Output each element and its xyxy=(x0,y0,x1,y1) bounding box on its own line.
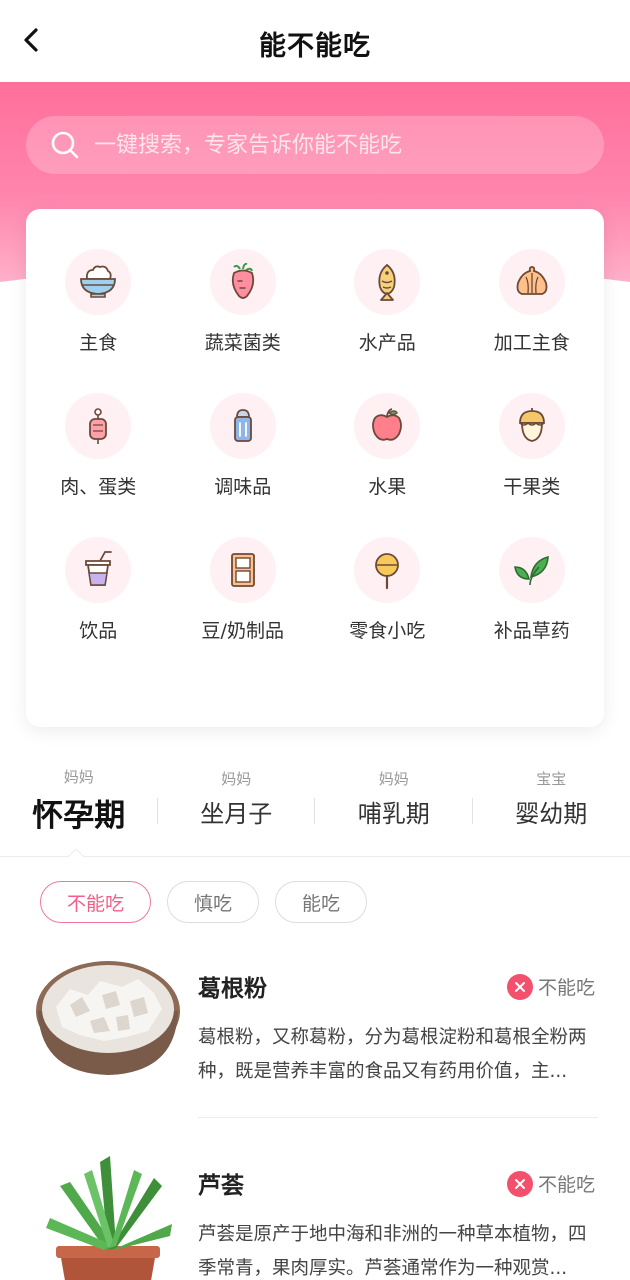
status-badge: 不能吃 xyxy=(506,973,595,1000)
category-label: 零食小吃 xyxy=(349,620,426,642)
lollipop-icon xyxy=(354,537,421,603)
category-label: 水果 xyxy=(368,476,407,498)
tab-label: 怀孕期 xyxy=(32,798,126,834)
category-fruit[interactable]: 水果 xyxy=(315,393,460,499)
search-input[interactable] xyxy=(94,132,564,158)
category-label: 豆/奶制品 xyxy=(201,620,284,642)
fish-icon xyxy=(354,249,421,315)
tab-pregnancy[interactable]: 妈妈 怀孕期 xyxy=(0,762,158,856)
filter-can-eat[interactable]: 能吃 xyxy=(275,881,368,923)
food-thumbnail-aloe xyxy=(30,1142,186,1280)
filter-chips: 不能吃 慎吃 能吃 xyxy=(40,881,368,923)
category-label: 补品草药 xyxy=(493,620,570,642)
food-name: 芦荟 xyxy=(198,1173,244,1199)
filter-eat-with-caution[interactable]: 慎吃 xyxy=(167,881,260,923)
apple-icon xyxy=(354,393,421,459)
tab-postpartum[interactable]: 妈妈 坐月子 xyxy=(158,762,315,856)
category-card: 主食 蔬菜菌类 水产品 加工主食 肉、蛋类 调味品 水果 干果类 饮品 豆/奶制… xyxy=(26,209,604,727)
food-description: 葛根粉，又称葛粉，分为葛根淀粉和葛根全粉两种，既是营养丰富的食品又有药用价值，主… xyxy=(198,1027,587,1082)
category-staple-food[interactable]: 主食 xyxy=(26,249,171,355)
category-label: 加工主食 xyxy=(493,332,570,354)
category-drinks[interactable]: 饮品 xyxy=(26,537,171,643)
status-text: 不能吃 xyxy=(537,1174,595,1196)
tab-subtitle: 妈妈 xyxy=(63,768,94,786)
tab-subtitle: 妈妈 xyxy=(378,770,409,788)
category-label: 水产品 xyxy=(358,332,416,354)
top-nav-bar: 能不能吃 xyxy=(0,0,630,82)
category-seasoning[interactable]: 调味品 xyxy=(171,393,316,499)
category-label: 干果类 xyxy=(503,476,561,498)
rice-bowl-icon xyxy=(65,249,132,315)
stage-tabs-divider xyxy=(0,856,630,857)
list-divider xyxy=(198,1117,598,1118)
category-vegetables[interactable]: 蔬菜菌类 xyxy=(171,249,316,355)
seasoning-shaker-icon xyxy=(209,393,276,459)
search-bar[interactable] xyxy=(26,116,604,174)
category-dried-fruit-nuts[interactable]: 干果类 xyxy=(460,393,605,499)
category-seafood[interactable]: 水产品 xyxy=(315,249,460,355)
tab-label: 坐月子 xyxy=(200,800,273,828)
tab-label: 婴幼期 xyxy=(515,800,588,828)
food-description: 芦荟是原产于地中海和非洲的一种草本植物，四季常青，果肉厚实。芦荟通常作为一种观赏… xyxy=(198,1224,587,1279)
category-bean-dairy[interactable]: 豆/奶制品 xyxy=(171,537,316,643)
meat-icon xyxy=(65,393,132,459)
category-snacks[interactable]: 零食小吃 xyxy=(315,537,460,643)
category-label: 调味品 xyxy=(214,476,272,498)
status-badge: 不能吃 xyxy=(506,1170,595,1197)
herb-leaf-icon xyxy=(498,537,565,603)
status-text: 不能吃 xyxy=(537,977,595,999)
nut-icon xyxy=(498,393,565,459)
category-tonic-herbs[interactable]: 补品草药 xyxy=(460,537,605,643)
category-label: 肉、蛋类 xyxy=(60,476,137,498)
close-circle-icon xyxy=(506,973,533,1000)
category-label: 饮品 xyxy=(79,620,118,642)
bun-icon xyxy=(498,249,565,315)
filter-cannot-eat[interactable]: 不能吃 xyxy=(40,881,152,923)
tab-subtitle: 妈妈 xyxy=(221,770,252,788)
vegetable-icon xyxy=(209,249,276,315)
milk-carton-icon xyxy=(209,537,276,603)
drink-cup-icon xyxy=(65,537,132,603)
category-processed-staples[interactable]: 加工主食 xyxy=(460,249,605,355)
category-grid: 主食 蔬菜菌类 水产品 加工主食 肉、蛋类 调味品 水果 干果类 饮品 豆/奶制… xyxy=(26,249,604,643)
page-title: 能不能吃 xyxy=(259,31,371,62)
search-icon xyxy=(51,131,79,159)
category-label: 主食 xyxy=(79,332,118,354)
stage-tabs: 妈妈 怀孕期 妈妈 坐月子 妈妈 哺乳期 宝宝 婴幼期 xyxy=(0,762,630,856)
close-circle-icon xyxy=(506,1170,533,1197)
tab-breastfeeding[interactable]: 妈妈 哺乳期 xyxy=(315,762,473,856)
food-name: 葛根粉 xyxy=(198,976,267,1002)
category-meat-eggs[interactable]: 肉、蛋类 xyxy=(26,393,171,499)
tab-infancy[interactable]: 宝宝 婴幼期 xyxy=(473,762,630,856)
category-label: 蔬菜菌类 xyxy=(204,332,281,354)
tab-subtitle: 宝宝 xyxy=(536,770,567,788)
active-tab-caret-icon xyxy=(68,849,84,857)
food-thumbnail-kudzu-powder xyxy=(30,945,186,1101)
tab-label: 哺乳期 xyxy=(357,800,430,828)
